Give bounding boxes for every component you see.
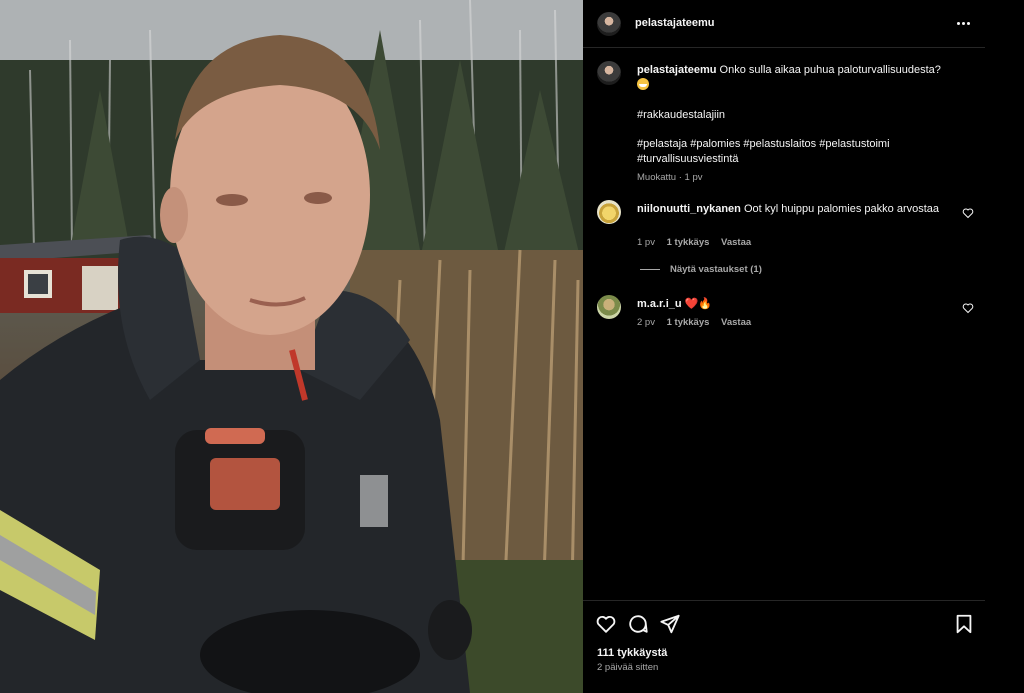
page-gutter: [985, 0, 1024, 693]
firefighter-selfie-image: [0, 0, 583, 693]
post-timestamp: 2 päivää sitten: [597, 662, 659, 673]
caption-age: 1 pv: [684, 172, 703, 183]
caption-author-username[interactable]: pelastajateemu: [637, 64, 716, 76]
share-icon[interactable]: [659, 613, 681, 635]
commenter-avatar[interactable]: [597, 200, 621, 224]
hashtag-line[interactable]: #pelastaja #palomies #pelastuslaitos #pe…: [637, 137, 975, 152]
heart-icon[interactable]: [595, 613, 617, 635]
post-detail-panel: pelastajateemu pelastajateemu Onko sulla…: [583, 0, 985, 693]
edited-label: Muokattu: [637, 172, 677, 183]
comment-text: Oot kyl huippu palomies pakko arvostaa: [743, 203, 940, 215]
reply-button[interactable]: Vastaa: [721, 237, 751, 248]
view-replies-line: [640, 269, 660, 270]
caption-text: Onko sulla aikaa puhua paloturvallisuude…: [719, 64, 941, 76]
more-options-icon[interactable]: [953, 13, 973, 33]
comment-age: 2 pv: [637, 317, 655, 328]
commenter-avatar[interactable]: [597, 295, 621, 319]
heart-icon[interactable]: [962, 207, 974, 219]
grinning-face-emoji-icon: [637, 78, 649, 90]
reply-button[interactable]: Vastaa: [721, 317, 751, 328]
like-count[interactable]: 111 tykkäystä: [597, 647, 667, 659]
caption-author-avatar[interactable]: [597, 61, 621, 85]
view-replies-button[interactable]: Näytä vastaukset (1): [640, 264, 762, 275]
post-photo[interactable]: [0, 0, 583, 693]
hashtag-line[interactable]: #turvallisuusviestintä: [637, 152, 975, 167]
hashtag-line[interactable]: #rakkaudestalajiin: [637, 108, 975, 123]
view-replies-label: Näytä vastaukset (1): [670, 264, 762, 275]
author-username[interactable]: pelastajateemu: [635, 17, 714, 29]
commenter-username[interactable]: m.a.r.i_u: [637, 298, 682, 310]
post-header: pelastajateemu: [583, 0, 985, 48]
author-avatar[interactable]: [597, 12, 621, 36]
commenter-username[interactable]: niilonuutti_nykanen: [637, 203, 741, 215]
comment-icon[interactable]: [627, 613, 649, 635]
bookmark-icon[interactable]: [953, 613, 975, 635]
action-bar: [583, 600, 985, 644]
heart-icon[interactable]: [962, 302, 974, 314]
comment-age: 1 pv: [637, 237, 655, 248]
comment-likes[interactable]: 1 tykkäys: [667, 237, 710, 248]
comment-likes[interactable]: 1 tykkäys: [667, 317, 710, 328]
comment-text: ❤️🔥: [684, 298, 713, 310]
